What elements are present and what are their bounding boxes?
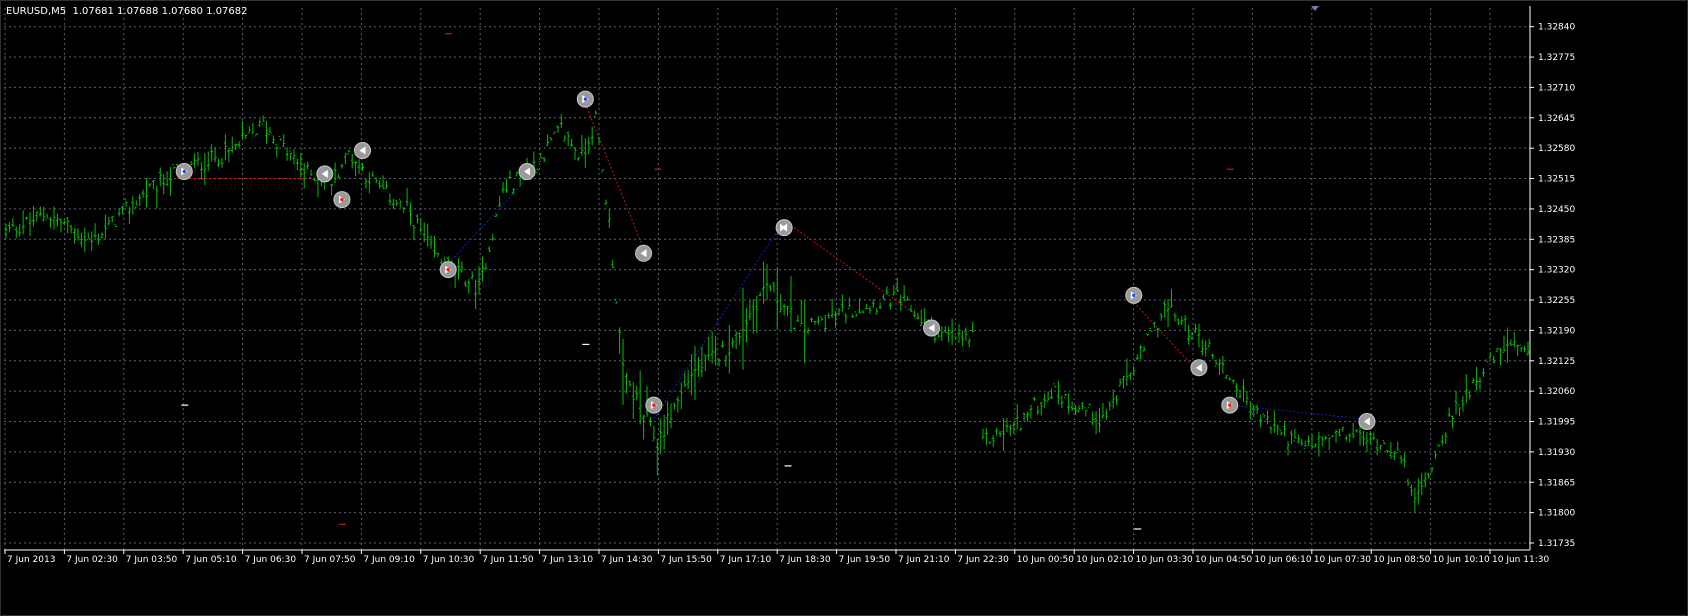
close-marker[interactable] bbox=[923, 319, 941, 337]
sell-dot-icon bbox=[652, 403, 656, 407]
y-tick-label: 1.31930 bbox=[1538, 448, 1575, 458]
x-tick-label: 7 Jun 18:30 bbox=[779, 555, 831, 565]
y-tick-label: 1.31735 bbox=[1538, 539, 1575, 549]
x-tick-label: 7 Jun 02:30 bbox=[66, 555, 118, 565]
y-tick-label: 1.32255 bbox=[1538, 296, 1575, 306]
symbol-label: EURUSD,M5 bbox=[6, 6, 67, 17]
close-marker[interactable] bbox=[354, 142, 372, 160]
ohlc-high: 1.07688 bbox=[117, 6, 159, 17]
x-tick-label: 7 Jun 10:30 bbox=[423, 555, 475, 565]
close-marker[interactable] bbox=[1190, 359, 1208, 377]
x-tick-label: 10 Jun 00:50 bbox=[1017, 555, 1074, 565]
x-tick-label: 10 Jun 07:30 bbox=[1314, 555, 1371, 565]
y-tick-label: 1.32320 bbox=[1538, 266, 1575, 276]
x-tick-label: 7 Jun 05:10 bbox=[185, 555, 237, 565]
x-tick-label: 7 Jun 21:10 bbox=[898, 555, 950, 565]
x-tick-label: 7 Jun 09:10 bbox=[363, 555, 415, 565]
close-marker[interactable] bbox=[316, 165, 334, 183]
y-tick-label: 1.31995 bbox=[1538, 418, 1575, 428]
x-tick-label: 10 Jun 08:50 bbox=[1373, 555, 1430, 565]
buy-dot-icon bbox=[182, 169, 186, 174]
x-tick-label: 10 Jun 03:30 bbox=[1136, 555, 1193, 565]
x-tick-label: 10 Jun 06:10 bbox=[1254, 555, 1311, 565]
y-tick-label: 1.32775 bbox=[1538, 53, 1575, 63]
x-tick-label: 7 Jun 07:50 bbox=[304, 555, 356, 565]
sell-marker[interactable] bbox=[333, 191, 351, 209]
ohlc-open: 1.07681 bbox=[72, 6, 114, 17]
price-chart[interactable]: 1.32840 1.32775 1.32710 1.32645 1.32580 1.325… bbox=[0, 0, 1688, 616]
x-tick-label: 7 Jun 13:10 bbox=[542, 555, 594, 565]
x-tick-label: 7 Jun 11:50 bbox=[482, 555, 534, 565]
buy-marker[interactable] bbox=[1125, 286, 1143, 304]
y-tick-label: 1.32385 bbox=[1538, 235, 1575, 245]
buy-dot-icon bbox=[1132, 293, 1136, 297]
y-tick-label: 1.32710 bbox=[1538, 83, 1575, 93]
x-tick-label: 7 Jun 2013 bbox=[7, 555, 55, 565]
x-tick-label: 7 Jun 06:30 bbox=[245, 555, 297, 565]
x-tick-label: 10 Jun 11:30 bbox=[1492, 555, 1549, 565]
ohlc-close: 1.07682 bbox=[206, 6, 248, 17]
y-tick-label: 1.32450 bbox=[1538, 205, 1575, 215]
sell-marker[interactable] bbox=[645, 396, 663, 414]
close-marker[interactable] bbox=[635, 244, 653, 262]
symbol-ohlc-header: EURUSD,M5 1.07681 1.07688 1.07680 1.0768… bbox=[6, 6, 247, 17]
x-tick-label: 10 Jun 04:50 bbox=[1195, 555, 1252, 565]
y-tick-label: 1.31865 bbox=[1538, 478, 1575, 488]
buy-marker[interactable] bbox=[175, 163, 193, 181]
sell-marker[interactable] bbox=[439, 261, 457, 279]
chart-frame bbox=[0, 0, 1688, 616]
y-tick-label: 1.32060 bbox=[1538, 387, 1575, 397]
y-tick-label: 1.32580 bbox=[1538, 144, 1575, 154]
y-tick-label: 1.32190 bbox=[1538, 326, 1575, 336]
x-tick-label: 10 Jun 10:10 bbox=[1433, 555, 1490, 565]
chart-window[interactable]: 1.32840 1.32775 1.32710 1.32645 1.32580 1.325… bbox=[0, 0, 1688, 616]
ohlc-low: 1.07680 bbox=[161, 6, 203, 17]
y-tick-label: 1.32125 bbox=[1538, 357, 1575, 367]
close-marker[interactable] bbox=[1358, 413, 1376, 431]
x-tick-label: 7 Jun 19:50 bbox=[839, 555, 891, 565]
y-tick-label: 1.31800 bbox=[1538, 509, 1575, 519]
x-tick-label: 7 Jun 22:30 bbox=[957, 555, 1009, 565]
y-tick-label: 1.32840 bbox=[1538, 23, 1575, 33]
y-tick-label: 1.32645 bbox=[1538, 114, 1575, 124]
close-marker[interactable] bbox=[518, 163, 536, 181]
buy-dot-icon bbox=[583, 97, 587, 101]
x-tick-label: 7 Jun 03:50 bbox=[126, 555, 178, 565]
sell-marker[interactable] bbox=[1221, 396, 1239, 414]
y-tick-label: 1.32515 bbox=[1538, 175, 1575, 185]
buy-marker[interactable] bbox=[576, 90, 594, 108]
x-tick-label: 7 Jun 15:50 bbox=[660, 555, 712, 565]
sell-dot-icon bbox=[340, 197, 344, 202]
closebuy-marker[interactable] bbox=[775, 219, 793, 237]
sell-dot-icon bbox=[1227, 403, 1232, 407]
sell-dot-icon bbox=[446, 267, 451, 272]
x-tick-label: 10 Jun 02:10 bbox=[1076, 555, 1133, 565]
x-tick-label: 7 Jun 17:10 bbox=[720, 555, 772, 565]
x-tick-label: 7 Jun 14:30 bbox=[601, 555, 653, 565]
